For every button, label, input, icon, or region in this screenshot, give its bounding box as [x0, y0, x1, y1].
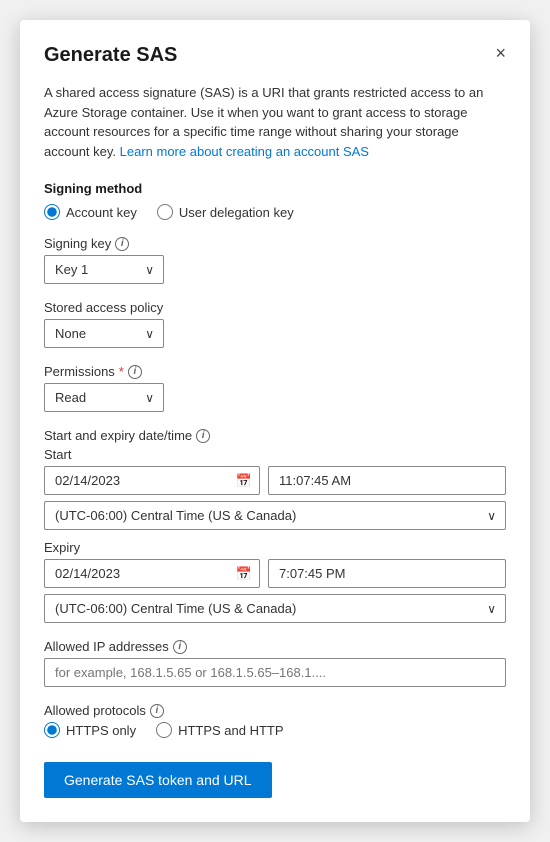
start-date-wrapper: 📅 [44, 466, 260, 495]
signing-key-section: Signing key i Key 1 Key 2 [44, 236, 506, 284]
start-datetime-row: 📅 [44, 466, 506, 495]
https-only-radio[interactable] [44, 722, 60, 738]
user-delegation-key-radio[interactable] [157, 204, 173, 220]
https-http-radio[interactable] [156, 722, 172, 738]
https-only-label: HTTPS only [66, 723, 136, 738]
account-key-radio-item[interactable]: Account key [44, 204, 137, 220]
allowed-protocols-radio-group: HTTPS only HTTPS and HTTP [44, 722, 506, 738]
https-http-label: HTTPS and HTTP [178, 723, 283, 738]
expiry-date-input[interactable] [44, 559, 260, 588]
user-delegation-key-label: User delegation key [179, 205, 294, 220]
permissions-section: Permissions * i Read Write Delete List [44, 364, 506, 412]
account-key-label: Account key [66, 205, 137, 220]
allowed-ip-label: Allowed IP addresses i [44, 639, 506, 654]
https-http-radio-item[interactable]: HTTPS and HTTP [156, 722, 283, 738]
datetime-label: Start and expiry date/time i [44, 428, 506, 443]
allowed-protocols-info-icon[interactable]: i [150, 704, 164, 718]
start-timezone-select[interactable]: (UTC-06:00) Central Time (US & Canada) (… [44, 501, 506, 530]
learn-more-link[interactable]: Learn more about creating an account SAS [120, 144, 369, 159]
dialog-header: Generate SAS × [44, 44, 506, 67]
allowed-protocols-section: Allowed protocols i HTTPS only HTTPS and… [44, 703, 506, 738]
signing-method-radio-group: Account key User delegation key [44, 204, 506, 220]
allowed-ip-input[interactable] [44, 658, 506, 687]
permissions-select[interactable]: Read Write Delete List [44, 383, 164, 412]
expiry-label: Expiry [44, 540, 506, 555]
datetime-section: Start and expiry date/time i Start 📅 (UT… [44, 428, 506, 623]
generate-sas-button[interactable]: Generate SAS token and URL [44, 762, 272, 798]
https-only-radio-item[interactable]: HTTPS only [44, 722, 136, 738]
signing-key-select[interactable]: Key 1 Key 2 [44, 255, 164, 284]
user-delegation-key-radio-item[interactable]: User delegation key [157, 204, 294, 220]
signing-method-label: Signing method [44, 181, 506, 196]
stored-access-policy-select[interactable]: None [44, 319, 164, 348]
datetime-info-icon[interactable]: i [196, 429, 210, 443]
permissions-select-wrapper: Read Write Delete List [44, 383, 164, 412]
allowed-ip-section: Allowed IP addresses i [44, 639, 506, 687]
expiry-datetime-row: 📅 [44, 559, 506, 588]
start-timezone-select-wrapper: (UTC-06:00) Central Time (US & Canada) (… [44, 501, 506, 530]
start-label: Start [44, 447, 506, 462]
allowed-protocols-label: Allowed protocols i [44, 703, 506, 718]
close-button[interactable]: × [495, 44, 506, 62]
expiry-date-wrapper: 📅 [44, 559, 260, 588]
start-time-input[interactable] [268, 466, 506, 495]
signing-key-label: Signing key i [44, 236, 506, 251]
stored-access-policy-label: Stored access policy [44, 300, 506, 315]
allowed-ip-info-icon[interactable]: i [173, 640, 187, 654]
stored-access-policy-section: Stored access policy None [44, 300, 506, 348]
start-date-input[interactable] [44, 466, 260, 495]
permissions-info-icon[interactable]: i [128, 365, 142, 379]
expiry-time-input[interactable] [268, 559, 506, 588]
dialog-title: Generate SAS [44, 44, 177, 67]
signing-key-info-icon[interactable]: i [115, 237, 129, 251]
permissions-label: Permissions * i [44, 364, 506, 379]
description-text: A shared access signature (SAS) is a URI… [44, 83, 506, 161]
required-star: * [119, 364, 124, 379]
account-key-radio[interactable] [44, 204, 60, 220]
signing-key-select-wrapper: Key 1 Key 2 [44, 255, 164, 284]
expiry-timezone-select[interactable]: (UTC-06:00) Central Time (US & Canada) (… [44, 594, 506, 623]
generate-sas-dialog: Generate SAS × A shared access signature… [20, 20, 530, 822]
expiry-timezone-select-wrapper: (UTC-06:00) Central Time (US & Canada) (… [44, 594, 506, 623]
signing-method-section: Signing method Account key User delegati… [44, 181, 506, 220]
stored-access-policy-select-wrapper: None [44, 319, 164, 348]
